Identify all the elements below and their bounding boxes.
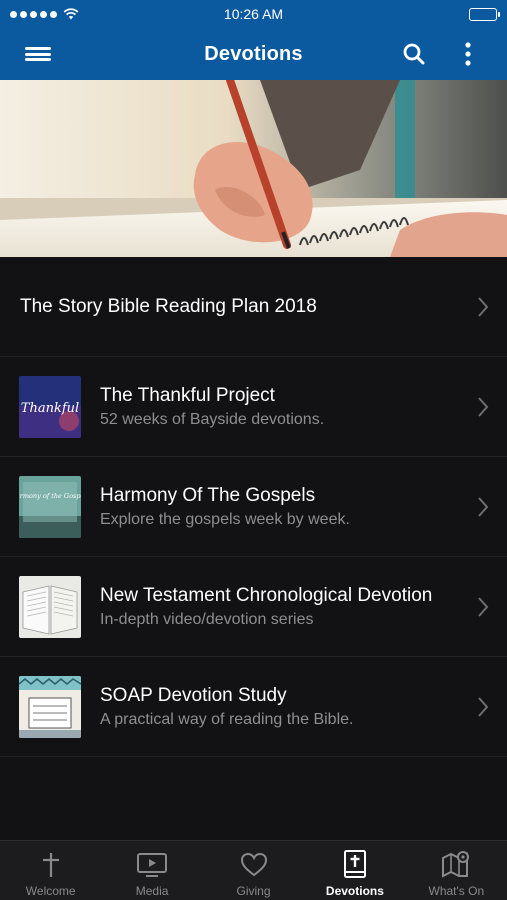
- tv-play-icon: [137, 853, 168, 877]
- list-item[interactable]: Thankful The Thankful Project 52 weeks o…: [0, 357, 507, 457]
- search-icon: [403, 43, 425, 65]
- tab-label: Giving: [236, 884, 271, 898]
- map-pin-icon: [442, 851, 470, 878]
- tab-media[interactable]: Media: [101, 841, 202, 900]
- signal-indicator: [10, 8, 79, 20]
- list-item-title: SOAP Devotion Study: [100, 684, 287, 706]
- tab-bar: Welcome Media Giving Devotions What's On: [0, 840, 507, 900]
- harmony-gospels-thumbnail: Harmony of the Gospels: [19, 475, 81, 538]
- featured-devotion-title: The Story Bible Reading Plan 2018: [20, 295, 317, 317]
- list-item-title: New Testament Chronological Devotion: [100, 584, 433, 606]
- hero-image: [0, 80, 507, 257]
- tab-welcome[interactable]: Welcome: [0, 841, 101, 900]
- chevron-right-icon: [478, 696, 489, 717]
- list-item-subtitle: In-depth video/devotion series: [100, 610, 314, 628]
- heart-icon: [240, 852, 267, 877]
- devotions-list: The Story Bible Reading Plan 2018 Thankf…: [0, 257, 507, 757]
- tab-whats-on[interactable]: What's On: [406, 841, 507, 900]
- tab-label: What's On: [428, 884, 485, 898]
- more-options-button[interactable]: [450, 36, 486, 72]
- chevron-right-icon: [478, 296, 489, 317]
- wifi-icon: [63, 8, 79, 20]
- thankful-project-thumbnail: Thankful: [19, 375, 81, 438]
- menu-button[interactable]: [20, 36, 56, 72]
- list-item-title: The Thankful Project: [100, 384, 275, 406]
- thumbnail-caption: Thankful: [21, 401, 79, 416]
- featured-devotion-row[interactable]: The Story Bible Reading Plan 2018: [0, 257, 507, 357]
- search-button[interactable]: [396, 36, 432, 72]
- list-item[interactable]: New Testament Chronological Devotion In-…: [0, 557, 507, 657]
- chevron-right-icon: [478, 496, 489, 517]
- tab-giving[interactable]: Giving: [203, 841, 304, 900]
- chevron-right-icon: [478, 596, 489, 617]
- more-vertical-icon: [465, 42, 471, 66]
- open-bible-thumbnail: [19, 575, 81, 638]
- nav-bar: Devotions: [0, 28, 507, 80]
- signal-strength-icon: [10, 10, 57, 18]
- list-item-subtitle: Explore the gospels week by week.: [100, 510, 350, 528]
- list-item-subtitle: 52 weeks of Bayside devotions.: [100, 410, 325, 428]
- tab-label: Welcome: [25, 884, 76, 898]
- soap-study-thumbnail: [19, 675, 81, 738]
- battery-icon: [469, 7, 500, 21]
- list-item[interactable]: Harmony of the Gospels Harmony Of The Go…: [0, 457, 507, 557]
- hamburger-icon: [25, 45, 51, 64]
- list-item-title: Harmony Of The Gospels: [100, 484, 316, 506]
- tab-label: Devotions: [325, 884, 384, 898]
- status-bar: 10:26 AM: [0, 0, 507, 28]
- cross-icon: [42, 853, 59, 877]
- tab-label: Media: [135, 884, 169, 898]
- list-item-subtitle: A practical way of reading the Bible.: [100, 710, 354, 728]
- list-item[interactable]: SOAP Devotion Study A practical way of r…: [0, 657, 507, 757]
- chevron-right-icon: [478, 396, 489, 417]
- writing-hand-illustration: [0, 80, 507, 257]
- bible-icon: [343, 850, 366, 878]
- thumbnail-caption: Harmony of the Gospels: [19, 492, 81, 500]
- tab-devotions[interactable]: Devotions: [304, 841, 405, 900]
